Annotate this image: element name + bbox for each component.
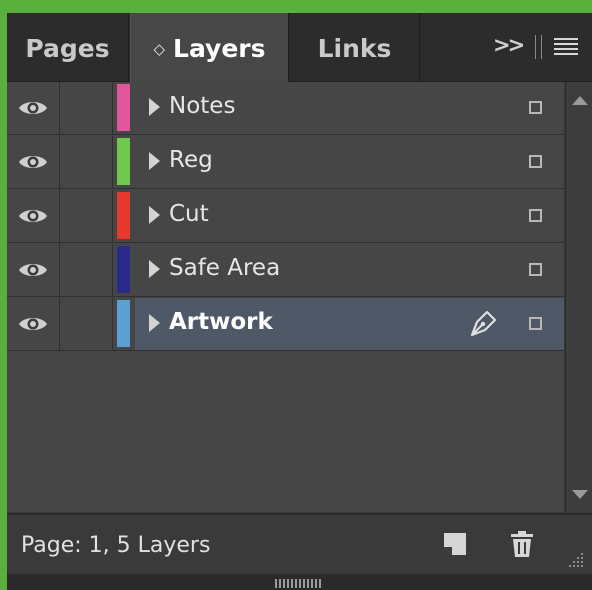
panel-divider xyxy=(535,35,542,59)
layer-main[interactable]: Notes xyxy=(135,82,564,134)
tab-layers-label: Layers xyxy=(173,34,266,63)
panel-footer: Page: 1, 5 Layers xyxy=(7,513,592,574)
lock-toggle[interactable] xyxy=(60,190,113,242)
layer-main[interactable]: Reg xyxy=(135,136,564,188)
layer-name: Reg xyxy=(169,147,213,173)
select-layer-box[interactable] xyxy=(529,155,542,168)
lock-toggle[interactable] xyxy=(60,82,113,134)
pen-nib-icon xyxy=(470,310,497,337)
layer-color-swatch xyxy=(117,300,130,347)
disclosure-triangle-icon[interactable] xyxy=(149,98,160,116)
resize-grip-icon[interactable] xyxy=(563,549,585,571)
disclosure-triangle-icon[interactable] xyxy=(149,260,160,278)
drag-handle[interactable] xyxy=(275,579,323,588)
select-layer-box[interactable] xyxy=(529,101,542,114)
eye-icon xyxy=(19,264,47,276)
tab-layers[interactable]: ◇ Layers xyxy=(130,13,289,82)
disclosure-triangle-icon[interactable] xyxy=(149,314,160,332)
tab-pages[interactable]: Pages xyxy=(7,13,129,81)
collapse-panel-button[interactable]: >> xyxy=(493,33,525,57)
layer-list: Notes Reg Cut Safe Area Artwork xyxy=(7,82,564,512)
new-layer-icon[interactable] xyxy=(441,530,469,558)
visibility-toggle[interactable] xyxy=(7,190,60,242)
select-layer-box[interactable] xyxy=(529,263,542,276)
layer-name: Artwork xyxy=(169,309,273,335)
layer-main[interactable]: Safe Area xyxy=(135,244,564,296)
vertical-scrollbar[interactable] xyxy=(565,82,592,512)
layer-color-swatch xyxy=(117,84,130,131)
layer-color-swatch xyxy=(117,138,130,185)
visibility-toggle[interactable] xyxy=(7,298,60,350)
layer-color-swatch xyxy=(117,192,130,239)
layer-row[interactable]: Notes xyxy=(7,82,564,135)
eye-icon xyxy=(19,102,47,114)
eye-icon xyxy=(19,156,47,168)
panel-tab-bar: Pages ◇ Layers Links >> xyxy=(7,13,592,82)
lock-toggle[interactable] xyxy=(60,298,113,350)
visibility-toggle[interactable] xyxy=(7,82,60,134)
scroll-down-arrow-icon[interactable] xyxy=(572,490,588,499)
layer-name: Notes xyxy=(169,93,236,119)
layer-main[interactable]: Artwork xyxy=(135,298,564,350)
layer-name: Safe Area xyxy=(169,255,281,281)
select-layer-box[interactable] xyxy=(529,317,542,330)
scroll-up-arrow-icon[interactable] xyxy=(572,96,588,105)
layer-color-swatch xyxy=(117,246,130,293)
lock-toggle[interactable] xyxy=(60,136,113,188)
trash-icon[interactable] xyxy=(508,529,536,559)
layer-row[interactable]: Reg xyxy=(7,136,564,189)
layer-row[interactable]: Cut xyxy=(7,190,564,243)
disclosure-triangle-icon[interactable] xyxy=(149,206,160,224)
eye-icon xyxy=(19,210,47,222)
disclosure-triangle-icon[interactable] xyxy=(149,152,160,170)
layers-panel: Pages ◇ Layers Links >> Notes Reg Cut Sa… xyxy=(7,13,592,590)
panel-bottom-strip xyxy=(7,574,592,590)
layer-row[interactable]: Safe Area xyxy=(7,244,564,297)
eye-icon xyxy=(19,318,47,330)
lock-toggle[interactable] xyxy=(60,244,113,296)
select-layer-box[interactable] xyxy=(529,209,542,222)
visibility-toggle[interactable] xyxy=(7,136,60,188)
layer-row-selected[interactable]: Artwork xyxy=(7,298,564,351)
layer-main[interactable]: Cut xyxy=(135,190,564,242)
layer-count-status: Page: 1, 5 Layers xyxy=(21,533,211,558)
panel-menu-icon[interactable] xyxy=(554,38,578,56)
visibility-toggle[interactable] xyxy=(7,244,60,296)
updown-arrows-icon: ◇ xyxy=(153,40,166,58)
layer-name: Cut xyxy=(169,201,209,227)
tab-links[interactable]: Links xyxy=(290,13,420,81)
